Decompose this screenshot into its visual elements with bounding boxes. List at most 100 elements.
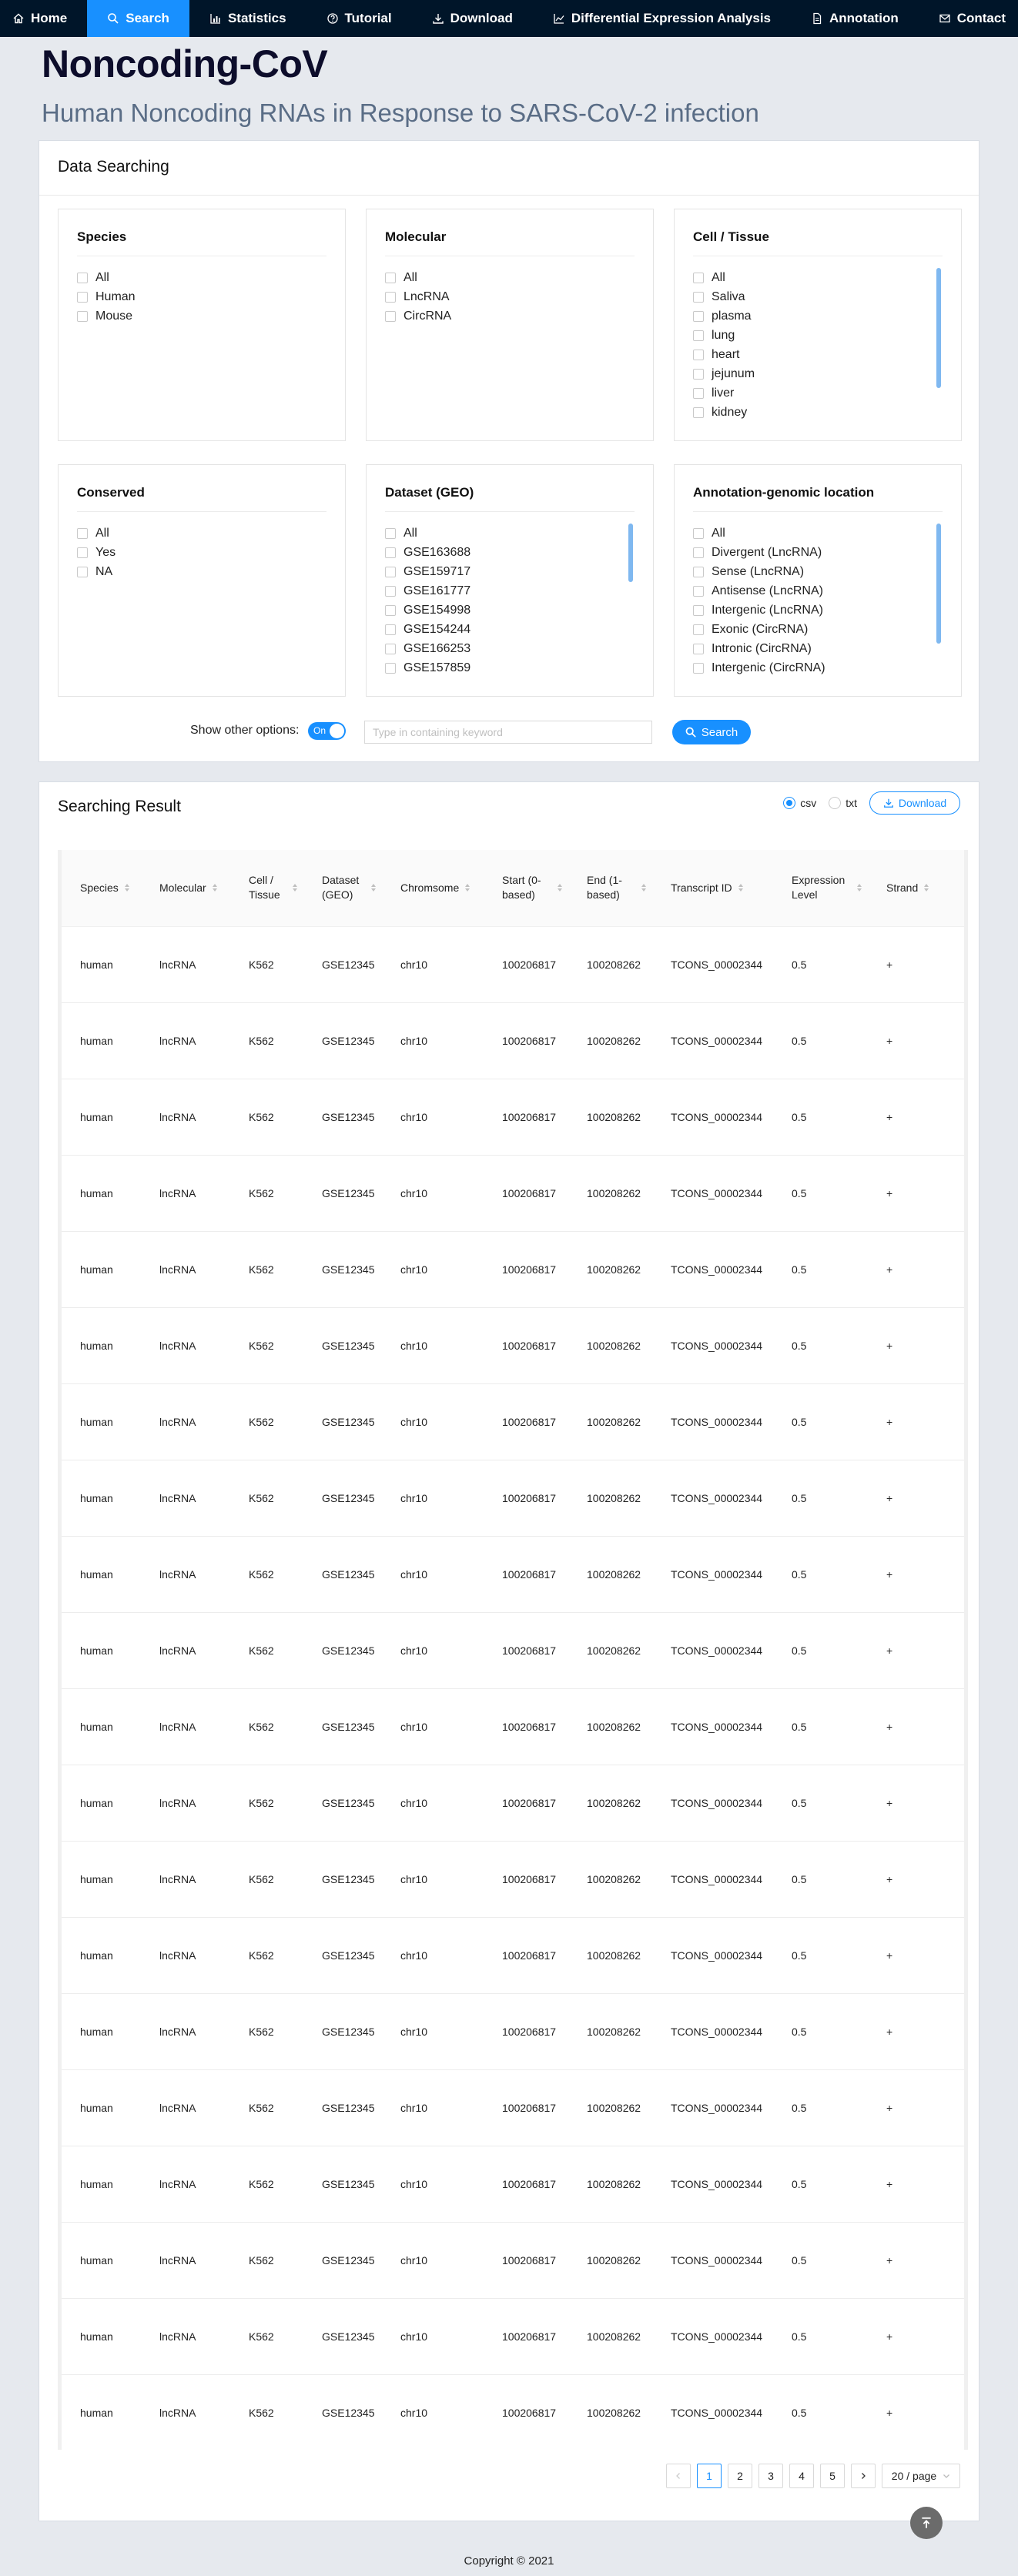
column-header[interactable]: Expression Level: [773, 850, 868, 927]
nav-item-download[interactable]: Download: [412, 0, 533, 37]
filter-checkbox-option[interactable]: All: [77, 524, 314, 543]
filter-checkbox-option[interactable]: lung: [693, 326, 930, 345]
table-cell: TCONS_00002344: [652, 1536, 773, 1613]
sort-icon[interactable]: [124, 884, 129, 892]
sort-icon[interactable]: [371, 884, 376, 892]
page-button[interactable]: 2: [728, 2464, 752, 2488]
column-header[interactable]: Dataset (GEO): [303, 850, 382, 927]
column-header[interactable]: Strand: [868, 850, 964, 927]
filter-checkbox-option[interactable]: NA: [77, 562, 314, 581]
search-button[interactable]: Search: [672, 720, 751, 744]
searching-result-title: Searching Result: [58, 798, 181, 815]
nav-item-differential-expression-analysis[interactable]: Differential Expression Analysis: [533, 0, 791, 37]
table-cell: chr10: [382, 1993, 484, 2070]
table-cell: 100206817: [484, 1002, 568, 1079]
filter-checkbox-option[interactable]: GSE154998: [385, 601, 622, 620]
filter-checkbox-option[interactable]: GSE154244: [385, 620, 622, 639]
filter-checkbox-option[interactable]: plasma: [693, 306, 930, 326]
checkbox: [693, 604, 704, 616]
sort-icon[interactable]: [924, 884, 929, 892]
checkbox: [693, 387, 704, 399]
filter-checkbox-option[interactable]: Sense (LncRNA): [693, 562, 930, 581]
filter-checkbox-option[interactable]: GSE163688: [385, 543, 622, 562]
column-header[interactable]: Molecular: [141, 850, 230, 927]
scrollbar-thumb[interactable]: [628, 524, 633, 582]
table-cell: 100208262: [568, 1612, 652, 1689]
sort-icon[interactable]: [738, 884, 743, 892]
filter-checkbox-option[interactable]: kidney: [693, 403, 930, 422]
page-size-select[interactable]: 20 / page: [882, 2464, 960, 2488]
filter-checkbox-option[interactable]: Exonic (CircRNA): [693, 620, 930, 639]
filter-checkbox-option[interactable]: Human: [77, 287, 314, 306]
filter-checkbox-option[interactable]: All: [385, 524, 622, 543]
table-cell: chr10: [382, 2146, 484, 2223]
sort-icon[interactable]: [857, 884, 862, 892]
nav-item-search[interactable]: Search: [87, 0, 189, 37]
table-cell: human: [62, 2374, 141, 2450]
scrollbar-thumb[interactable]: [936, 268, 941, 388]
checkbox: [385, 643, 396, 654]
column-header[interactable]: Chromsome: [382, 850, 484, 927]
filter-checkbox-option[interactable]: Mouse: [77, 306, 314, 326]
column-header[interactable]: End (1-based): [568, 850, 652, 927]
nav-item-home[interactable]: Home: [0, 0, 87, 37]
filter-checkbox-option[interactable]: heart: [693, 345, 930, 364]
filter-checkbox-option[interactable]: Intergenic (CircRNA): [693, 658, 930, 677]
sort-icon[interactable]: [293, 884, 297, 892]
filter-checkbox-option[interactable]: GSE166253: [385, 639, 622, 658]
table-row: human lncRNA K562 GSE12345 chr10 100206817 100…: [62, 2146, 964, 2223]
column-header[interactable]: Species: [62, 850, 141, 927]
filter-checkbox-option[interactable]: All: [385, 268, 622, 287]
filter-checkbox-option[interactable]: All: [77, 268, 314, 287]
filter-checkbox-option[interactable]: Yes: [77, 543, 314, 562]
column-header[interactable]: Transcript ID: [652, 850, 773, 927]
sort-icon[interactable]: [641, 884, 646, 892]
table-cell: 100206817: [484, 1688, 568, 1765]
filter-checkbox-option[interactable]: liver: [693, 383, 930, 403]
format-radio-txt[interactable]: txt: [829, 797, 857, 809]
page-button[interactable]: 3: [758, 2464, 783, 2488]
checkbox-label: Intergenic (LncRNA): [712, 603, 823, 617]
filter-checkbox-option[interactable]: Divergent (LncRNA): [693, 543, 930, 562]
page-button[interactable]: 4: [789, 2464, 814, 2488]
prev-page-button[interactable]: [666, 2464, 691, 2488]
filter-checkbox-option[interactable]: jejunum: [693, 364, 930, 383]
table-cell: 100208262: [568, 1917, 652, 1994]
filter-checkbox-option[interactable]: LncRNA: [385, 287, 622, 306]
table-cell: 100208262: [568, 1383, 652, 1460]
filter-checkbox-option[interactable]: Intronic (CircRNA): [693, 639, 930, 658]
page-button[interactable]: 1: [697, 2464, 722, 2488]
show-other-options-toggle[interactable]: On: [308, 722, 346, 740]
filter-checkbox-option[interactable]: GSE161777: [385, 581, 622, 601]
page-button[interactable]: 5: [820, 2464, 845, 2488]
filter-checkbox-option[interactable]: Antisense (LncRNA): [693, 581, 930, 601]
table-cell: K562: [230, 1155, 303, 1232]
sort-icon[interactable]: [558, 884, 562, 892]
table-cell: 100208262: [568, 1155, 652, 1232]
scrollbar-thumb[interactable]: [936, 524, 941, 644]
column-header[interactable]: Start (0-based): [484, 850, 568, 927]
format-radio-csv[interactable]: csv: [783, 797, 816, 809]
nav-item-contact[interactable]: Contact: [919, 0, 1018, 37]
filter-checkbox-option[interactable]: All: [693, 524, 930, 543]
checkbox: [693, 291, 704, 303]
download-button[interactable]: Download: [869, 791, 960, 815]
table-cell: 0.5: [773, 1307, 868, 1384]
column-header[interactable]: Cell / Tissue: [230, 850, 303, 927]
back-to-top-button[interactable]: [910, 2507, 943, 2539]
keyword-input[interactable]: [364, 721, 652, 744]
sort-icon[interactable]: [465, 884, 470, 892]
nav-item-statistics[interactable]: Statistics: [189, 0, 306, 37]
nav-item-annotation[interactable]: Annotation: [791, 0, 919, 37]
filter-checkbox-option[interactable]: Intergenic (LncRNA): [693, 601, 930, 620]
filter-checkbox-option[interactable]: All: [693, 268, 930, 287]
filter-checkbox-option[interactable]: Saliva: [693, 287, 930, 306]
nav-item-tutorial[interactable]: Tutorial: [306, 0, 412, 37]
next-page-button[interactable]: [851, 2464, 876, 2488]
sort-icon[interactable]: [212, 884, 217, 892]
checkbox: [385, 291, 396, 303]
table-cell: K562: [230, 1460, 303, 1537]
filter-checkbox-option[interactable]: CircRNA: [385, 306, 622, 326]
filter-checkbox-option[interactable]: GSE159717: [385, 562, 622, 581]
filter-checkbox-option[interactable]: GSE157859: [385, 658, 622, 677]
